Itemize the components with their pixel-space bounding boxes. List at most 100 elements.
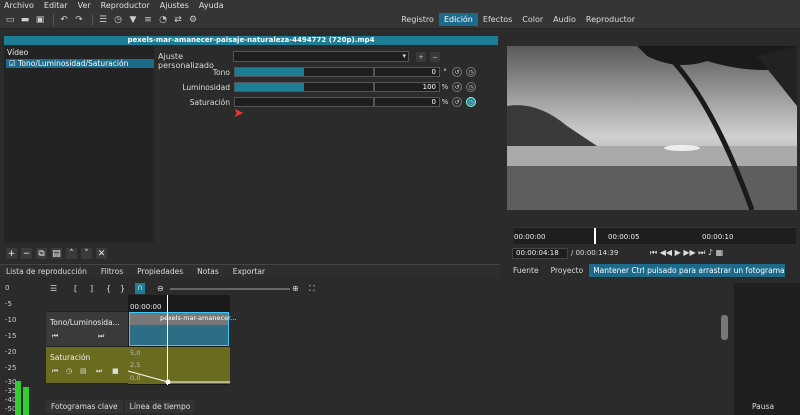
toolbar: ▭ ▬ ▣ ↶ ↷ ☰ ◷ ▼ ≡ ◔ ⇄ ⚙ Registro Edición… (0, 11, 800, 29)
mode-reproductor[interactable]: Reproductor (581, 13, 640, 26)
volume-icon[interactable]: ♪ (708, 248, 713, 257)
tab-exportar[interactable]: Exportar (233, 267, 265, 276)
tab-filtros[interactable]: Filtros (101, 267, 123, 276)
zoom-in-icon[interactable]: ⊕ (292, 284, 299, 293)
open-folder-icon[interactable]: ▬ (19, 14, 31, 26)
menu-reproductor[interactable]: Reproductor (101, 1, 150, 10)
add-preset-icon[interactable]: + (416, 52, 426, 62)
video-preview[interactable] (507, 46, 797, 210)
set-out-icon[interactable]: ] (90, 284, 93, 293)
next-kf-icon[interactable]: ⏭ (98, 332, 104, 341)
mode-efectos[interactable]: Efectos (478, 13, 517, 26)
zoom-out-icon[interactable]: ⊖ (157, 284, 164, 293)
new-file-icon[interactable]: ▭ (4, 14, 16, 26)
timeline-icon[interactable]: ≡ (142, 14, 154, 26)
prev-kf-icon[interactable]: ⏮ (52, 332, 58, 341)
rewind-icon[interactable]: ◀◀ (660, 248, 672, 257)
tab-notas[interactable]: Notas (197, 267, 219, 276)
playhead[interactable] (594, 228, 596, 244)
move-down-icon[interactable]: ˅ (81, 248, 92, 259)
snap-icon[interactable]: ∩ (135, 283, 145, 294)
filters-icon[interactable]: ▼ (127, 14, 139, 26)
slider-luminosidad[interactable] (234, 82, 374, 92)
forward-icon[interactable]: ▶▶ (683, 248, 695, 257)
keyframe-area[interactable]: 5,0 2,5 0,0 (128, 347, 230, 384)
reset-icon[interactable]: ↺ (452, 82, 462, 92)
trash-icon[interactable]: ▤ (80, 367, 87, 375)
redo-icon[interactable]: ↷ (73, 14, 85, 26)
current-timecode[interactable]: 00:00:04:18 (512, 248, 568, 259)
timeline-clip[interactable]: pexels-mar-amanecer... (129, 312, 236, 346)
slider-saturacion[interactable] (234, 97, 374, 107)
remove-filter-icon[interactable]: − (21, 248, 32, 259)
settings-icon[interactable]: ⚙ (187, 14, 199, 26)
tab-fuente[interactable]: Fuente (507, 266, 545, 275)
reset-icon[interactable]: ↺ (452, 67, 462, 77)
track-header-saturacion[interactable]: Saturación ⏮ ◷ ▤ ⏭ ■ (46, 347, 128, 384)
keyframe-icon[interactable]: ◷ (466, 97, 476, 107)
menu-ayuda[interactable]: Ayuda (199, 1, 224, 10)
keyframes-icon[interactable]: ◔ (157, 14, 169, 26)
mode-color[interactable]: Color (517, 13, 548, 26)
level-label: -5 (5, 300, 12, 308)
skip-end-icon[interactable]: ⏭ (698, 248, 705, 257)
reset-icon[interactable]: ↺ (452, 97, 462, 107)
timeline-playhead[interactable] (167, 295, 168, 385)
menu-ver[interactable]: Ver (78, 1, 91, 10)
player-ruler[interactable]: 00:00:00 00:00:05 00:00:10 (514, 227, 796, 244)
grid-icon[interactable]: ▦ (716, 248, 724, 257)
menu-editar[interactable]: Editar (44, 1, 68, 10)
menu-ajustes[interactable]: Ajustes (160, 1, 189, 10)
zoom-fit-icon[interactable]: ⛶ (309, 284, 315, 294)
copy-filter-icon[interactable]: ⧉ (36, 248, 47, 259)
timeline-scrollbar[interactable] (721, 315, 728, 340)
timeline-time: 00:00:00 (130, 303, 162, 311)
play-icon[interactable]: ▶ (675, 248, 681, 257)
timer-icon[interactable]: ◷ (66, 367, 72, 375)
audio-meter: 0 -5 -10 -15 -20 -25 -30 -35 -40 -50 (0, 283, 42, 415)
slider-tono[interactable] (234, 67, 374, 77)
preset-select[interactable]: ▾ (233, 51, 409, 62)
playlist-icon[interactable]: ☰ (97, 14, 109, 26)
tab-proyecto[interactable]: Proyecto (545, 266, 590, 275)
paste-filter-icon[interactable]: ▤ (51, 248, 62, 259)
mode-registro[interactable]: Registro (396, 13, 439, 26)
skip-start-icon[interactable]: ⏮ (650, 248, 657, 257)
stop-icon[interactable]: ■ (112, 367, 119, 375)
tab-linea-tiempo[interactable]: Línea de tiempo (124, 400, 196, 413)
clip-title: pexels-mar-amanecer-paisaje-naturaleza-4… (4, 36, 498, 45)
level-label: -10 (5, 316, 17, 324)
slider-fill (235, 83, 304, 91)
value-tono[interactable]: 0 (374, 67, 440, 77)
remove-preset-icon[interactable]: − (430, 52, 440, 62)
keyframe-icon[interactable]: ◷ (466, 82, 476, 92)
history-icon[interactable]: ◷ (112, 14, 124, 26)
next-kf-icon[interactable]: } (120, 284, 125, 293)
keyframe-icon[interactable]: ◷ (466, 67, 476, 77)
menu-icon[interactable]: ☰ (50, 284, 57, 293)
mode-audio[interactable]: Audio (548, 13, 581, 26)
set-in-icon[interactable]: [ (74, 284, 77, 293)
next-kf-icon[interactable]: ⏭ (96, 367, 102, 376)
tab-fotogramas-clave[interactable]: Fotogramas clave (46, 400, 123, 413)
add-filter-icon[interactable]: + (6, 248, 17, 259)
save-icon[interactable]: ▣ (34, 14, 46, 26)
track-header-tono[interactable]: Tono/Luminosida... ⏮ ⏭ (46, 312, 128, 347)
undo-icon[interactable]: ↶ (58, 14, 70, 26)
move-up-icon[interactable]: ˄ (66, 248, 77, 259)
zoom-slider[interactable] (170, 288, 290, 290)
prev-kf-icon[interactable]: { (106, 284, 111, 293)
value-luminosidad[interactable]: 100 (374, 82, 440, 92)
tab-propiedades[interactable]: Propiedades (137, 267, 183, 276)
menu-archivo[interactable]: Archivo (4, 1, 34, 10)
mode-edicion[interactable]: Edición (438, 13, 478, 26)
checkbox-icon[interactable]: ☑ (9, 59, 18, 68)
tab-lista[interactable]: Lista de reproducción (6, 267, 87, 276)
close-icon[interactable]: ✕ (96, 248, 107, 259)
clip-name: pexels-mar-amanecer... (160, 314, 237, 322)
prev-kf-icon[interactable]: ⏮ (52, 367, 58, 376)
status-message: Mantener Ctrl pulsado para arrastrar un … (589, 264, 786, 277)
export-icon[interactable]: ⇄ (172, 14, 184, 26)
value-saturacion[interactable]: 0 (374, 97, 440, 107)
filter-item-tono[interactable]: ☑ Tono/Luminosidad/Saturación (6, 59, 154, 68)
